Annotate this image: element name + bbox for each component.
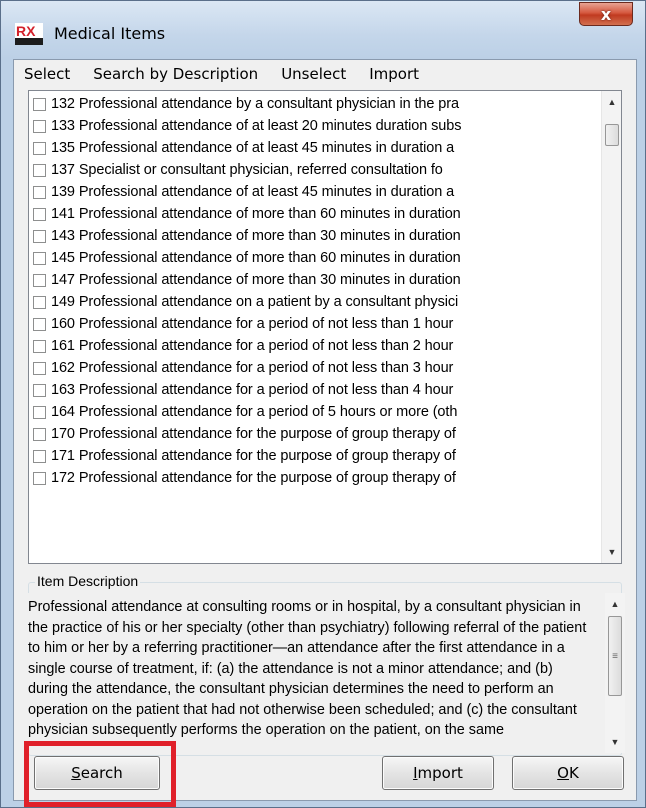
list-item[interactable]: 171 Professional attendance for the purp…	[29, 445, 603, 467]
list-item[interactable]: 145 Professional attendance of more than…	[29, 247, 603, 269]
item-checkbox[interactable]	[33, 207, 46, 221]
list-item[interactable]: 163 Professional attendance for a period…	[29, 379, 603, 401]
menu-search-by-description[interactable]: Search by Description	[93, 65, 258, 83]
item-label: 172 Professional attendance for the purp…	[51, 470, 456, 486]
import-button[interactable]: Import	[382, 756, 494, 790]
item-description-group: Item Description Professional attendance…	[25, 573, 625, 756]
list-item[interactable]: 164 Professional attendance for a period…	[29, 401, 603, 423]
list-scrollbar[interactable]: ▲ ▼	[601, 91, 621, 563]
title-bar[interactable]: RX Medical Items x	[1, 1, 645, 59]
item-label: 137 Specialist or consultant physician, …	[51, 162, 443, 178]
item-checkbox[interactable]	[33, 317, 46, 331]
item-label: 170 Professional attendance for the purp…	[51, 426, 456, 442]
list-item[interactable]: 170 Professional attendance for the purp…	[29, 423, 603, 445]
item-checkbox[interactable]	[33, 251, 46, 265]
item-checkbox[interactable]	[33, 295, 46, 309]
list-rows: 132 Professional attendance by a consult…	[29, 93, 603, 489]
list-item[interactable]: 172 Professional attendance for the purp…	[29, 467, 603, 489]
item-description-text: Professional attendance at consulting ro…	[28, 599, 587, 738]
item-checkbox[interactable]	[33, 427, 46, 441]
list-item[interactable]: 160 Professional attendance for a period…	[29, 313, 603, 335]
scroll-down-arrow-icon[interactable]: ▼	[602, 543, 621, 561]
logo-text: RX	[16, 23, 36, 39]
menu-select[interactable]: Select	[24, 65, 70, 83]
list-item[interactable]: 161 Professional attendance for a period…	[29, 335, 603, 357]
list-item[interactable]: 139 Professional attendance of at least …	[29, 181, 603, 203]
list-scroll-thumb[interactable]	[605, 124, 619, 146]
item-checkbox[interactable]	[33, 97, 46, 111]
item-label: 161 Professional attendance for a period…	[51, 338, 454, 354]
list-item[interactable]: 147 Professional attendance of more than…	[29, 269, 603, 291]
item-label: 163 Professional attendance for a period…	[51, 382, 454, 398]
list-item[interactable]: 135 Professional attendance of at least …	[29, 137, 603, 159]
item-label: 160 Professional attendance for a period…	[51, 316, 454, 332]
item-checkbox[interactable]	[33, 339, 46, 353]
item-checkbox[interactable]	[33, 361, 46, 375]
item-label: 143 Professional attendance of more than…	[51, 228, 461, 244]
item-label: 147 Professional attendance of more than…	[51, 272, 461, 288]
item-checkbox[interactable]	[33, 383, 46, 397]
item-description-label: Item Description	[35, 573, 141, 589]
item-label: 141 Professional attendance of more than…	[51, 206, 461, 222]
menu-unselect[interactable]: Unselect	[281, 65, 346, 83]
desc-scroll-down-arrow-icon[interactable]: ▼	[605, 733, 625, 751]
item-label: 171 Professional attendance for the purp…	[51, 448, 456, 464]
list-item[interactable]: 141 Professional attendance of more than…	[29, 203, 603, 225]
list-item[interactable]: 143 Professional attendance of more than…	[29, 225, 603, 247]
item-checkbox[interactable]	[33, 273, 46, 287]
description-scrollbar[interactable]: ▲ ≡ ▼	[605, 593, 625, 753]
medical-items-window: RX Medical Items x Select Search by Desc…	[0, 0, 646, 808]
import-label-rest: mport	[417, 764, 463, 782]
close-button[interactable]: x	[579, 2, 633, 26]
list-item[interactable]: 137 Specialist or consultant physician, …	[29, 159, 603, 181]
item-checkbox[interactable]	[33, 449, 46, 463]
item-checkbox[interactable]	[33, 185, 46, 199]
list-item[interactable]: 149 Professional attendance on a patient…	[29, 291, 603, 313]
item-label: 132 Professional attendance by a consult…	[51, 96, 459, 112]
list-item[interactable]: 133 Professional attendance of at least …	[29, 115, 603, 137]
item-label: 139 Professional attendance of at least …	[51, 184, 455, 200]
item-checkbox[interactable]	[33, 141, 46, 155]
list-item[interactable]: 162 Professional attendance for a period…	[29, 357, 603, 379]
search-label-rest: earch	[80, 764, 123, 782]
item-label: 162 Professional attendance for a period…	[51, 360, 454, 376]
search-button[interactable]: Search	[34, 756, 160, 790]
ok-label-rest: K	[568, 764, 579, 782]
item-description-box[interactable]: Professional attendance at consulting ro…	[25, 593, 619, 753]
ok-mnemonic: O	[557, 764, 569, 782]
item-label: 145 Professional attendance of more than…	[51, 250, 461, 266]
scroll-up-arrow-icon[interactable]: ▲	[602, 93, 621, 111]
item-label: 149 Professional attendance on a patient…	[51, 294, 459, 310]
list-item[interactable]: 132 Professional attendance by a consult…	[29, 93, 603, 115]
medical-items-list[interactable]: 132 Professional attendance by a consult…	[28, 90, 622, 564]
menu-bar: Select Search by Description Unselect Im…	[14, 60, 636, 88]
dialog-client-area: Select Search by Description Unselect Im…	[13, 59, 637, 801]
item-label: 133 Professional attendance of at least …	[51, 118, 462, 134]
item-label: 164 Professional attendance for a period…	[51, 404, 458, 420]
item-checkbox[interactable]	[33, 229, 46, 243]
item-checkbox[interactable]	[33, 471, 46, 485]
window-title: Medical Items	[54, 24, 166, 43]
item-label: 135 Professional attendance of at least …	[51, 140, 455, 156]
desc-scroll-thumb[interactable]: ≡	[608, 616, 622, 696]
menu-import[interactable]: Import	[369, 65, 419, 83]
item-checkbox[interactable]	[33, 119, 46, 133]
ok-button[interactable]: OK	[512, 756, 624, 790]
item-checkbox[interactable]	[33, 405, 46, 419]
desc-scroll-up-arrow-icon[interactable]: ▲	[605, 595, 625, 613]
app-logo-icon: RX	[15, 23, 43, 45]
search-mnemonic: S	[71, 764, 81, 782]
item-checkbox[interactable]	[33, 163, 46, 177]
